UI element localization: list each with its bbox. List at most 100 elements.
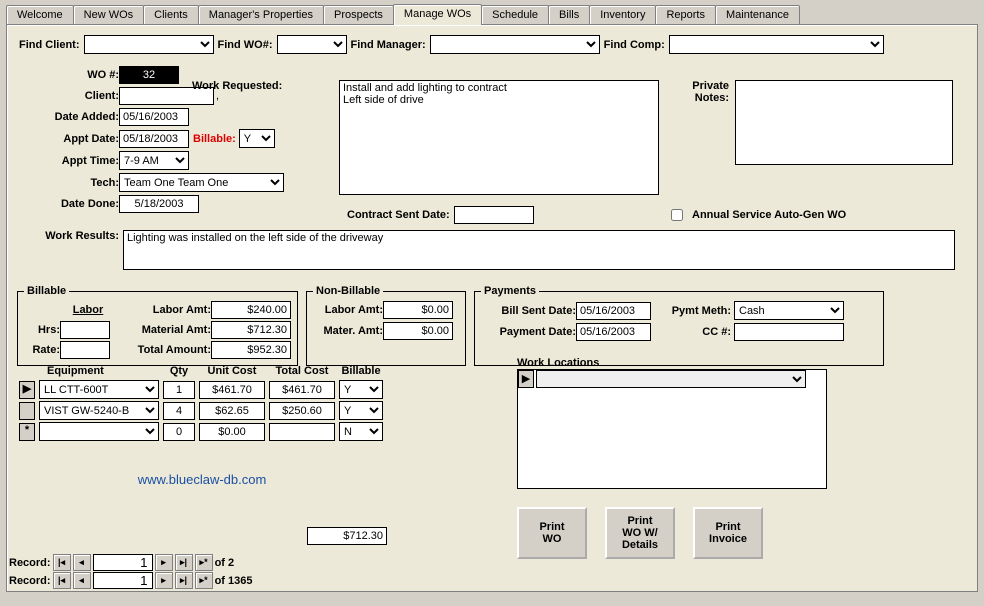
billable-select[interactable]: Y — [239, 129, 275, 148]
date-done-input[interactable] — [119, 195, 199, 213]
bill-sent-input[interactable] — [576, 302, 651, 320]
work-results-text[interactable]: Lighting was installed on the left side … — [123, 230, 955, 270]
record-nav-sub: Record: |◂ ◂ ▸ ▸| ▸* of 2 — [9, 554, 234, 571]
private-notes-text[interactable] — [735, 80, 953, 165]
record-pos-input[interactable] — [93, 572, 153, 589]
row-marker-icon: ▶ — [19, 381, 35, 399]
print-wo-details-button[interactable]: Print WO W/ Details — [605, 507, 675, 559]
tab-welcome[interactable]: Welcome — [6, 5, 74, 24]
last-record-icon[interactable]: ▸| — [175, 572, 193, 589]
print-invoice-button[interactable]: Print Invoice — [693, 507, 763, 559]
labor-header: Labor — [60, 304, 116, 316]
tab-schedule[interactable]: Schedule — [481, 5, 549, 24]
equipment-table: Equipment Qty Unit Cost Total Cost Billa… — [17, 365, 385, 442]
find-wo-select[interactable] — [277, 35, 347, 54]
work-requested-text[interactable]: Install and add lighting to contract Lef… — [339, 80, 659, 195]
find-comp-select[interactable] — [669, 35, 884, 54]
cc-input[interactable] — [734, 323, 844, 341]
table-row: * 0 $0.00 N — [17, 421, 385, 442]
tab-inventory[interactable]: Inventory — [589, 5, 656, 24]
record-total: of 1365 — [215, 575, 253, 587]
nonbillable-legend: Non-Billable — [313, 285, 383, 297]
eq-h-unit: Unit Cost — [197, 365, 267, 379]
material-amt-label: Material Amt: — [116, 324, 211, 336]
row-marker-icon: ▶ — [518, 370, 534, 388]
eq-name-select[interactable] — [39, 422, 159, 441]
tech-select[interactable]: Team One Team One — [119, 173, 284, 192]
eq-h-bill: Billable — [337, 365, 385, 379]
hrs-label: Hrs: — [24, 324, 60, 336]
tab-managers-properties[interactable]: Manager's Properties — [198, 5, 324, 24]
payments-legend: Payments — [481, 285, 539, 297]
work-location-select[interactable] — [536, 370, 806, 388]
record-pos-input[interactable] — [93, 554, 153, 571]
eq-h-total: Total Cost — [267, 365, 337, 379]
billable-label: Billable: — [193, 133, 236, 145]
hrs-input[interactable] — [60, 321, 110, 339]
record-label: Record: — [9, 575, 51, 587]
rate-input[interactable] — [60, 341, 110, 359]
eq-unit[interactable]: $62.65 — [199, 402, 265, 420]
labor-amt-input[interactable] — [211, 301, 291, 319]
eq-name-select[interactable]: LL CTT-600T — [39, 380, 159, 399]
eq-unit[interactable]: $0.00 — [199, 423, 265, 441]
eq-bill-select[interactable]: Y — [339, 401, 383, 420]
eq-bill-select[interactable]: N — [339, 422, 383, 441]
billable-group: Billable Labor Labor Amt: Hrs: Material … — [17, 285, 298, 366]
find-client-select[interactable] — [84, 35, 214, 54]
eq-total[interactable]: $461.70 — [269, 381, 335, 399]
find-manager-select[interactable] — [430, 35, 600, 54]
appt-date-label: Appt Date: — [19, 133, 119, 145]
material-amt-input[interactable] — [211, 321, 291, 339]
tab-maintenance[interactable]: Maintenance — [715, 5, 800, 24]
wo-num-input[interactable] — [119, 66, 179, 84]
eq-total[interactable] — [269, 423, 335, 441]
work-requested-label: Work Requested: — [192, 80, 282, 92]
date-added-input[interactable] — [119, 108, 189, 126]
tab-reports[interactable]: Reports — [655, 5, 716, 24]
auto-gen-checkbox[interactable] — [671, 209, 683, 221]
next-record-icon[interactable]: ▸ — [155, 572, 173, 589]
nb-labor-amt-input[interactable] — [383, 301, 453, 319]
eq-bill-select[interactable]: Y — [339, 380, 383, 399]
new-record-icon[interactable]: ▸* — [195, 572, 213, 589]
tab-clients[interactable]: Clients — [143, 5, 199, 24]
print-wo-button[interactable]: Print WO — [517, 507, 587, 559]
first-record-icon[interactable]: |◂ — [53, 572, 71, 589]
pymt-meth-select[interactable]: Cash — [734, 301, 844, 320]
find-client-label: Find Client: — [19, 39, 80, 51]
eq-total[interactable]: $250.60 — [269, 402, 335, 420]
total-amt-input[interactable] — [211, 341, 291, 359]
eq-h-qty: Qty — [161, 365, 197, 379]
eq-qty[interactable]: 1 — [163, 381, 195, 399]
prev-record-icon[interactable]: ◂ — [73, 572, 91, 589]
nb-mater-amt-input[interactable] — [383, 322, 453, 340]
eq-unit[interactable]: $461.70 — [199, 381, 265, 399]
tab-bills[interactable]: Bills — [548, 5, 590, 24]
appt-date-input[interactable] — [119, 130, 189, 148]
work-locations-box: ▶ — [517, 369, 827, 489]
row-marker-icon — [19, 402, 35, 420]
billable-legend: Billable — [24, 285, 69, 297]
work-locations-label: Work Locations — [517, 357, 599, 369]
contract-sent-input[interactable] — [454, 206, 534, 224]
labor-amt-label: Labor Amt: — [116, 304, 211, 316]
appt-time-select[interactable]: 7-9 AM — [119, 151, 189, 170]
first-record-icon[interactable]: |◂ — [53, 554, 71, 571]
total-amt-label: Total Amount: — [116, 344, 211, 356]
record-nav-main: Record: |◂ ◂ ▸ ▸| ▸* of 1365 — [9, 572, 252, 589]
payment-date-input[interactable] — [576, 323, 651, 341]
tab-new-wos[interactable]: New WOs — [73, 5, 145, 24]
find-manager-label: Find Manager: — [351, 39, 426, 51]
watermark-link[interactable]: www.blueclaw-db.com — [17, 472, 387, 487]
last-record-icon[interactable]: ▸| — [175, 554, 193, 571]
prev-record-icon[interactable]: ◂ — [73, 554, 91, 571]
eq-name-select[interactable]: VIST GW-5240-B — [39, 401, 159, 420]
tab-prospects[interactable]: Prospects — [323, 5, 394, 24]
date-done-label: Date Done: — [19, 198, 119, 210]
tab-manage-wos[interactable]: Manage WOs — [393, 4, 482, 25]
eq-qty[interactable]: 4 — [163, 402, 195, 420]
eq-qty[interactable]: 0 — [163, 423, 195, 441]
new-record-icon[interactable]: ▸* — [195, 554, 213, 571]
next-record-icon[interactable]: ▸ — [155, 554, 173, 571]
